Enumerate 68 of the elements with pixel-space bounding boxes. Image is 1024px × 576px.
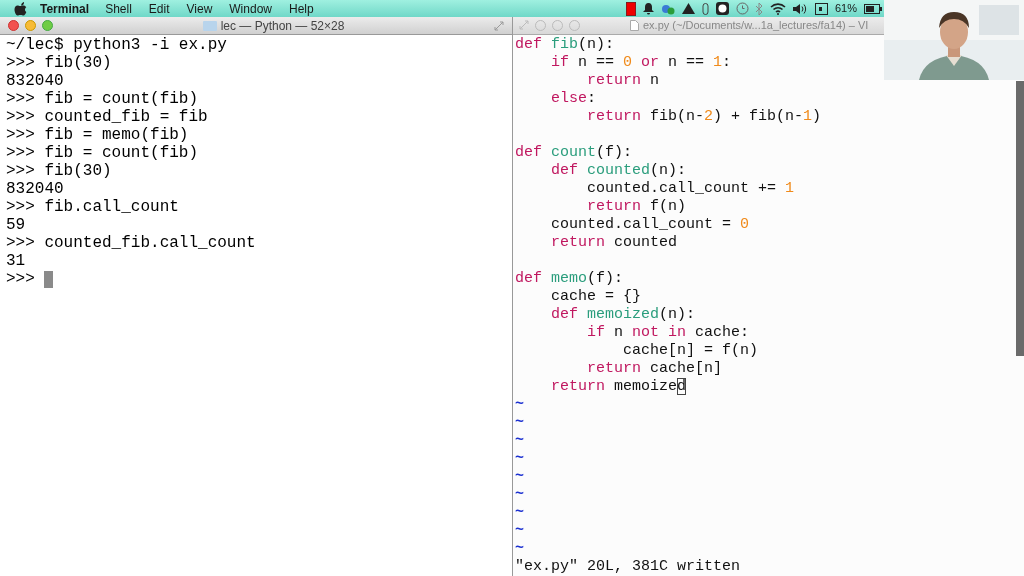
text-cursor: [44, 270, 54, 288]
zoom-button[interactable]: [42, 20, 53, 31]
code-line: return f(n): [586, 197, 688, 216]
empty-line-marker: ~: [515, 431, 524, 449]
terminal-line: >>> counted_fib.call_count: [6, 234, 256, 252]
menu-item[interactable]: Shell: [105, 0, 132, 18]
scrollbar[interactable]: [1016, 80, 1024, 356]
code-line: cache[n] = f(n): [622, 341, 760, 360]
code-line: def memo(f):: [515, 269, 625, 288]
empty-line-marker: ~: [515, 413, 524, 431]
terminal-line: >>> fib = count(fib): [6, 144, 199, 162]
bluetooth-icon[interactable]: [755, 2, 763, 15]
code-line: if n not in cache:: [586, 323, 751, 342]
history-icon[interactable]: [735, 2, 749, 15]
code-line: return memoized: [550, 377, 688, 396]
minimize-button[interactable]: [25, 20, 36, 31]
menu-item[interactable]: Window: [229, 0, 272, 18]
triangle-icon[interactable]: [681, 3, 695, 14]
code-line: counted.call_count = 0: [550, 215, 751, 234]
code-line: return cache[n]: [586, 359, 724, 378]
empty-line-marker: ~: [515, 395, 524, 413]
empty-line-marker: ~: [515, 467, 524, 485]
code-line: return counted: [550, 233, 679, 252]
empty-line-marker: ~: [515, 503, 524, 521]
terminal-line: 31: [6, 252, 26, 270]
terminal-line: 59: [6, 216, 26, 234]
terminal-line: >>> fib = memo(fib): [6, 126, 189, 144]
empty-line-marker: ~: [515, 521, 524, 539]
terminal-line: >>> fib = count(fib): [6, 90, 199, 108]
apple-icon[interactable]: [14, 1, 27, 16]
code-line: if n == 0 or n == 1:: [550, 53, 733, 72]
close-button[interactable]: [8, 20, 19, 31]
empty-line-marker: ~: [515, 539, 524, 557]
menu-item[interactable]: View: [186, 0, 213, 18]
code-line: cache = {}: [550, 287, 643, 306]
terminal-line: 832040: [6, 72, 64, 90]
code-line: return fib(n-2) + fib(n-1): [586, 107, 823, 126]
fullscreen-icon[interactable]: [494, 20, 504, 31]
code-line: def counted(n):: [550, 161, 688, 180]
terminal-line: 832040: [6, 180, 64, 198]
code-line: else:: [550, 89, 598, 108]
menu-item[interactable]: Help: [289, 0, 314, 18]
display-icon[interactable]: [814, 2, 828, 15]
folder-icon: [202, 20, 217, 31]
code-line: def memoized(n):: [550, 305, 697, 324]
empty-line-marker: ~: [515, 485, 524, 503]
code-line: counted.call_count += 1: [586, 179, 796, 198]
terminal-line: >>> fib.call_count: [6, 198, 179, 216]
battery-percentage: 61%: [834, 1, 857, 17]
wifi-icon[interactable]: [769, 2, 786, 15]
menu-item[interactable]: Edit: [148, 0, 170, 18]
window-title: ex.py (~/Documents/w...1a_lectures/fa14) – VI: [643, 18, 869, 33]
window-title: lec — Python — 52×28: [220, 17, 345, 35]
battery-icon[interactable]: [864, 3, 882, 14]
code-line: return n: [586, 71, 661, 90]
terminal-line: >>>: [6, 270, 36, 288]
app-menu[interactable]: Terminal: [40, 0, 90, 18]
status-message: "ex.py" 20L, 381C written: [515, 557, 742, 576]
record-icon[interactable]: [625, 1, 636, 16]
terminal-line: >>> fib(30): [6, 162, 112, 180]
bell-icon[interactable]: [642, 2, 654, 15]
code-line: def count(f):: [515, 143, 634, 162]
code-line: def fib(n):: [515, 35, 616, 54]
empty-line-marker: ~: [515, 449, 524, 467]
terminal-line: >>> fib(30): [6, 54, 112, 72]
terminal-line: >>> counted_fib = fib: [6, 108, 208, 126]
terminal-line: ~/lec$ python3 -i ex.py: [6, 36, 227, 54]
speaker-icon[interactable]: [792, 2, 808, 15]
